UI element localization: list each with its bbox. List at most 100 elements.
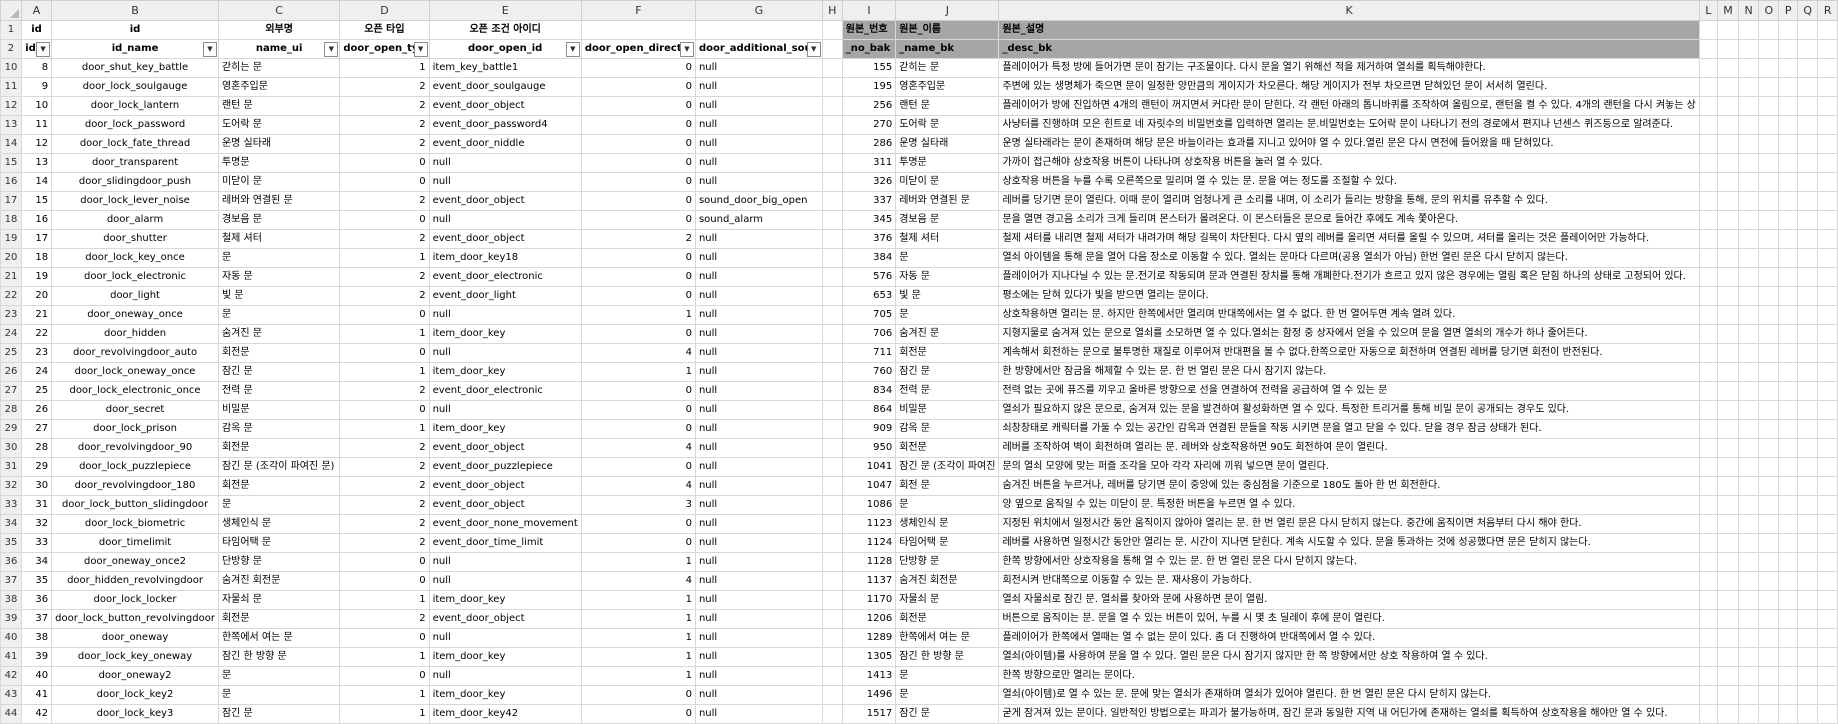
data-cell[interactable]: 0 xyxy=(339,343,430,363)
data-cell[interactable]: 1 xyxy=(339,248,430,268)
row-header[interactable]: 1 xyxy=(0,20,22,40)
data-cell[interactable]: null xyxy=(694,438,823,458)
header-cell[interactable] xyxy=(1738,39,1760,59)
data-cell[interactable] xyxy=(1797,438,1819,458)
data-cell[interactable]: 1 xyxy=(339,58,430,78)
data-cell[interactable]: null xyxy=(694,324,823,344)
row-header[interactable]: 20 xyxy=(0,248,22,268)
data-cell[interactable]: 한 방향에서만 잠금을 해제할 수 있는 문. 한 번 열린 문은 다시 잠기지… xyxy=(998,362,1700,382)
data-cell[interactable]: event_door_soulgauge xyxy=(428,77,582,97)
data-cell[interactable]: null xyxy=(694,571,823,591)
header-cell[interactable] xyxy=(821,39,843,59)
data-cell[interactable]: null xyxy=(694,248,823,268)
data-cell[interactable]: null xyxy=(694,609,823,629)
data-cell[interactable]: item_door_key xyxy=(428,685,582,705)
data-cell[interactable]: 0 xyxy=(339,571,430,591)
data-cell[interactable]: 24 xyxy=(20,362,53,382)
data-cell[interactable] xyxy=(1817,362,1838,382)
data-cell[interactable] xyxy=(1716,210,1740,230)
row-header[interactable]: 24 xyxy=(0,324,22,344)
data-cell[interactable] xyxy=(1758,647,1780,667)
data-cell[interactable]: null xyxy=(694,476,823,496)
data-cell[interactable]: 미닫이 문 xyxy=(217,172,341,192)
data-cell[interactable] xyxy=(1797,419,1819,439)
data-cell[interactable] xyxy=(1797,685,1819,705)
data-cell[interactable] xyxy=(1797,514,1819,534)
data-cell[interactable] xyxy=(1738,305,1760,325)
data-cell[interactable]: item_door_key xyxy=(428,590,582,610)
filter-dropdown-icon[interactable]: ▼ xyxy=(324,42,339,57)
data-cell[interactable]: 0 xyxy=(580,267,696,287)
data-cell[interactable]: 열쇠가 필요하지 않은 문으로, 숨겨져 있는 문을 발견하여 활성화하면 열 … xyxy=(998,400,1700,420)
data-cell[interactable] xyxy=(1778,172,1799,192)
data-cell[interactable] xyxy=(1698,533,1718,553)
data-cell[interactable]: 2 xyxy=(339,286,430,306)
data-cell[interactable]: 36 xyxy=(20,590,53,610)
data-cell[interactable] xyxy=(1758,58,1780,78)
data-cell[interactable] xyxy=(1797,96,1819,116)
data-cell[interactable]: 열쇠(아이템)로 열 수 있는 문. 문에 맞는 열쇠가 존재하며 열쇠가 있어… xyxy=(998,685,1700,705)
data-cell[interactable] xyxy=(1698,704,1718,724)
data-cell[interactable] xyxy=(1698,457,1718,477)
data-cell[interactable]: 숨겨진 회전문 xyxy=(217,571,341,591)
row-header[interactable]: 40 xyxy=(0,628,22,648)
data-cell[interactable] xyxy=(1817,609,1838,629)
data-cell[interactable]: 576 xyxy=(841,267,897,287)
data-cell[interactable]: event_door_electronic xyxy=(428,267,582,287)
data-cell[interactable] xyxy=(1716,419,1740,439)
data-cell[interactable]: 17 xyxy=(20,229,53,249)
data-cell[interactable] xyxy=(1778,115,1799,135)
data-cell[interactable]: 회전문 xyxy=(895,343,1000,363)
data-cell[interactable]: door_lock_soulgauge xyxy=(51,77,219,97)
data-cell[interactable]: 0 xyxy=(580,210,696,230)
data-cell[interactable]: door_revolvingdoor_90 xyxy=(51,438,219,458)
column-header[interactable]: H xyxy=(821,0,843,21)
data-cell[interactable]: 레버와 연결된 문 xyxy=(217,191,341,211)
data-cell[interactable] xyxy=(821,153,843,173)
data-cell[interactable]: null xyxy=(428,153,582,173)
data-cell[interactable] xyxy=(1738,191,1760,211)
data-cell[interactable]: 0 xyxy=(339,552,430,572)
data-cell[interactable]: 문 xyxy=(217,495,341,515)
row-header[interactable]: 32 xyxy=(0,476,22,496)
data-cell[interactable]: 열쇠(아이템)를 사용하여 문을 열 수 있다. 열린 문은 다시 잠기지 않지… xyxy=(998,647,1700,667)
data-cell[interactable]: 회전문 xyxy=(217,609,341,629)
data-cell[interactable] xyxy=(1698,400,1718,420)
data-cell[interactable] xyxy=(1698,191,1718,211)
column-header[interactable]: I xyxy=(841,0,897,21)
data-cell[interactable]: item_key_battle1 xyxy=(428,58,582,78)
data-cell[interactable] xyxy=(1817,153,1838,173)
data-cell[interactable]: 8 xyxy=(20,58,53,78)
data-cell[interactable]: 잠긴 문 xyxy=(217,704,341,724)
data-cell[interactable]: 1170 xyxy=(841,590,897,610)
data-cell[interactable]: 1 xyxy=(580,305,696,325)
data-cell[interactable]: 0 xyxy=(580,685,696,705)
data-cell[interactable] xyxy=(1716,495,1740,515)
data-cell[interactable]: 잠긴 문 xyxy=(895,704,1000,724)
data-cell[interactable] xyxy=(1797,172,1819,192)
data-cell[interactable] xyxy=(1738,343,1760,363)
data-cell[interactable] xyxy=(1817,666,1838,686)
data-cell[interactable]: null xyxy=(694,495,823,515)
data-cell[interactable]: 운명 실타래 xyxy=(895,134,1000,154)
data-cell[interactable]: 1 xyxy=(339,362,430,382)
data-cell[interactable] xyxy=(821,590,843,610)
data-cell[interactable] xyxy=(1758,704,1780,724)
header-cell[interactable] xyxy=(1797,20,1819,40)
header-cell[interactable]: 원본_설명 xyxy=(998,20,1700,40)
data-cell[interactable] xyxy=(1698,628,1718,648)
data-cell[interactable] xyxy=(1817,343,1838,363)
data-cell[interactable] xyxy=(1778,77,1799,97)
data-cell[interactable]: 4 xyxy=(580,571,696,591)
data-cell[interactable]: null xyxy=(694,381,823,401)
row-header[interactable]: 19 xyxy=(0,229,22,249)
header-cell[interactable]: 외부명 xyxy=(217,20,341,40)
data-cell[interactable] xyxy=(1797,666,1819,686)
data-cell[interactable]: 자물쇠 문 xyxy=(217,590,341,610)
data-cell[interactable]: 전력 없는 곳에 퓨즈를 끼우고 올바른 방향으로 선을 연결하여 전력을 공급… xyxy=(998,381,1700,401)
row-header[interactable]: 25 xyxy=(0,343,22,363)
data-cell[interactable]: 2 xyxy=(580,229,696,249)
data-cell[interactable] xyxy=(1797,305,1819,325)
data-cell[interactable] xyxy=(1797,267,1819,287)
data-cell[interactable]: 3 xyxy=(580,495,696,515)
